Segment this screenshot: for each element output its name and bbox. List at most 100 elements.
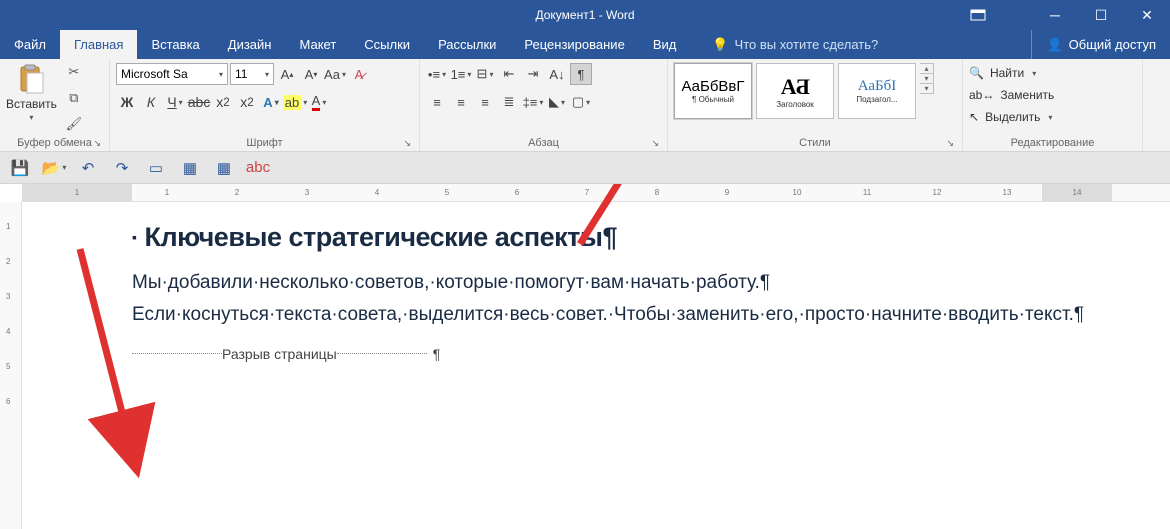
paste-button[interactable]: Вставить ▾ [6, 63, 57, 122]
format-painter-button[interactable]: 🖌 [65, 115, 83, 133]
page-break-marker[interactable]: Разрыв страницы ¶ [132, 346, 1060, 362]
tab-insert[interactable]: Вставка [137, 30, 213, 59]
undo-button[interactable]: ↶ [78, 158, 98, 178]
align-left-button[interactable]: ≡ [426, 91, 448, 113]
chevron-down-icon: ▾ [29, 113, 33, 122]
open-button[interactable]: 📂▾ [44, 158, 64, 178]
maximize-button[interactable]: ☐ [1078, 0, 1124, 30]
lightbulb-icon: 💡 [712, 37, 728, 53]
borders-button[interactable]: ▢▾ [570, 91, 592, 113]
change-case-button[interactable]: Aa▾ [324, 63, 346, 85]
cursor-icon: ↖ [969, 110, 979, 124]
font-name-value: Microsoft Sa [121, 67, 188, 81]
font-size-value: 11 [235, 67, 247, 81]
group-label-paragraph: Абзац [528, 137, 559, 149]
font-size-combo[interactable]: 11 ▾ [230, 63, 274, 85]
justify-button[interactable]: ≣ [498, 91, 520, 113]
minimize-button[interactable]: ─ [1032, 0, 1078, 30]
superscript-button[interactable]: x2 [236, 91, 258, 113]
shrink-font-button[interactable]: A▾ [300, 63, 322, 85]
tab-design[interactable]: Дизайн [214, 30, 286, 59]
dialog-launcher-icon[interactable]: ↘ [651, 138, 659, 149]
align-center-button[interactable]: ≡ [450, 91, 472, 113]
show-hide-formatting-button[interactable]: ¶ [570, 63, 592, 85]
replace-button[interactable]: ab↔Заменить [969, 85, 1054, 105]
group-styles: АаБбВвГ ¶ Обычный АƋ Заголовок АаБбІ Под… [668, 59, 963, 151]
strikethrough-button[interactable]: abc [188, 91, 210, 113]
tell-me-search[interactable]: 💡 Что вы хотите сделать? [698, 30, 892, 59]
tab-layout[interactable]: Макет [285, 30, 350, 59]
sort-button[interactable]: A↓ [546, 63, 568, 85]
paste-label: Вставить [6, 97, 57, 111]
bold-button[interactable]: Ж [116, 91, 138, 113]
chevron-down-icon: ▾ [219, 70, 223, 79]
doc-heading[interactable]: ▪ Ключевые стратегические аспекты¶ [132, 222, 1060, 253]
redo-button[interactable]: ↷ [112, 158, 132, 178]
select-button[interactable]: ↖Выделить▾ [969, 107, 1052, 127]
group-font: Microsoft Sa ▾ 11 ▾ A▴ A▾ Aa▾ A̷ Ж К Ч▾ ab… [110, 59, 420, 151]
ribbon-tabs: Файл Главная Вставка Дизайн Макет Ссылки… [0, 30, 1170, 59]
copy-button[interactable]: ⧉ [65, 89, 83, 107]
multilevel-list-button[interactable]: ⊟▾ [474, 63, 496, 85]
highlight-button[interactable]: ab▾ [284, 91, 306, 113]
font-name-combo[interactable]: Microsoft Sa ▾ [116, 63, 228, 85]
share-button[interactable]: 👤 Общий доступ [1031, 30, 1170, 59]
style-normal-name: ¶ Обычный [692, 95, 734, 104]
document-area: 1 1 2 3 4 5 6 7 8 9 10 11 12 13 14 1 2 3… [0, 184, 1170, 529]
bullets-button[interactable]: •≡▾ [426, 63, 448, 85]
grow-font-button[interactable]: A▴ [276, 63, 298, 85]
chevron-down-icon: ▾ [265, 70, 269, 79]
italic-button[interactable]: К [140, 91, 162, 113]
doc-paragraph-1[interactable]: Мы·добавили·несколько·советов,·которые·п… [132, 267, 1060, 299]
align-right-button[interactable]: ≡ [474, 91, 496, 113]
decrease-indent-button[interactable]: ⇤ [498, 63, 520, 85]
window-title: Документ1 - Word [535, 8, 634, 22]
find-button[interactable]: 🔍Найти▾ [969, 63, 1036, 83]
vertical-ruler[interactable]: 1 2 3 4 5 6 [0, 202, 22, 529]
bullet-icon: ▪ [132, 229, 136, 245]
find-label: Найти [990, 66, 1024, 80]
save-button[interactable]: 💾 [10, 158, 30, 178]
tab-home[interactable]: Главная [60, 30, 137, 59]
style-heading1[interactable]: АƋ Заголовок [756, 63, 834, 119]
numbering-button[interactable]: 1≡▾ [450, 63, 472, 85]
dialog-launcher-icon[interactable]: ↘ [403, 138, 411, 149]
replace-label: Заменить [1000, 88, 1054, 102]
styles-gallery-more[interactable]: ▴▾▾ [920, 63, 934, 94]
new-button[interactable]: ▭ [146, 158, 166, 178]
increase-indent-button[interactable]: ⇥ [522, 63, 544, 85]
style-h2-sample: АаБбІ [858, 78, 897, 95]
dialog-launcher-icon[interactable]: ↘ [946, 138, 954, 149]
document-page[interactable]: ▪ Ключевые стратегические аспекты¶ Мы·доб… [22, 202, 1170, 529]
tab-mailings[interactable]: Рассылки [424, 30, 510, 59]
group-label-styles: Стили [799, 137, 831, 149]
horizontal-ruler[interactable]: 1 1 2 3 4 5 6 7 8 9 10 11 12 13 14 [22, 184, 1170, 202]
subscript-button[interactable]: x2 [212, 91, 234, 113]
tab-review[interactable]: Рецензирование [510, 30, 638, 59]
group-label-clipboard: Буфер обмена [17, 137, 92, 149]
font-color-button[interactable]: A▾ [308, 91, 330, 113]
tab-view[interactable]: Вид [639, 30, 691, 59]
line-spacing-button[interactable]: ‡≡▾ [522, 91, 544, 113]
table-button[interactable]: ▦ [180, 158, 200, 178]
doc-paragraph-2[interactable]: Если·коснуться·текста·совета,·выделится·… [132, 299, 1060, 331]
style-normal[interactable]: АаБбВвГ ¶ Обычный [674, 63, 752, 119]
doc-heading-text: Ключевые стратегические аспекты¶ [144, 222, 617, 252]
tab-references[interactable]: Ссылки [350, 30, 424, 59]
text-effects-button[interactable]: A▾ [260, 91, 282, 113]
dialog-launcher-icon[interactable]: ↘ [93, 138, 101, 149]
spellcheck-button[interactable]: abc [248, 158, 268, 178]
page-break-label: Разрыв страницы [222, 346, 337, 362]
ribbon: Вставить ▾ ✂ ⧉ 🖌 Буфер обмена↘ Microsoft… [0, 59, 1170, 152]
tab-file[interactable]: Файл [0, 30, 60, 59]
group-clipboard: Вставить ▾ ✂ ⧉ 🖌 Буфер обмена↘ [0, 59, 110, 151]
shading-button[interactable]: ◣▾ [546, 91, 568, 113]
underline-button[interactable]: Ч▾ [164, 91, 186, 113]
picture-button[interactable]: ▦ [214, 158, 234, 178]
close-button[interactable]: ✕ [1124, 0, 1170, 30]
ribbon-display-options[interactable] [970, 0, 986, 30]
cut-button[interactable]: ✂ [65, 63, 83, 81]
style-heading2[interactable]: АаБбІ Подзагол... [838, 63, 916, 119]
style-h2-name: Подзагол... [856, 95, 897, 104]
clear-formatting-button[interactable]: A̷ [348, 63, 370, 85]
